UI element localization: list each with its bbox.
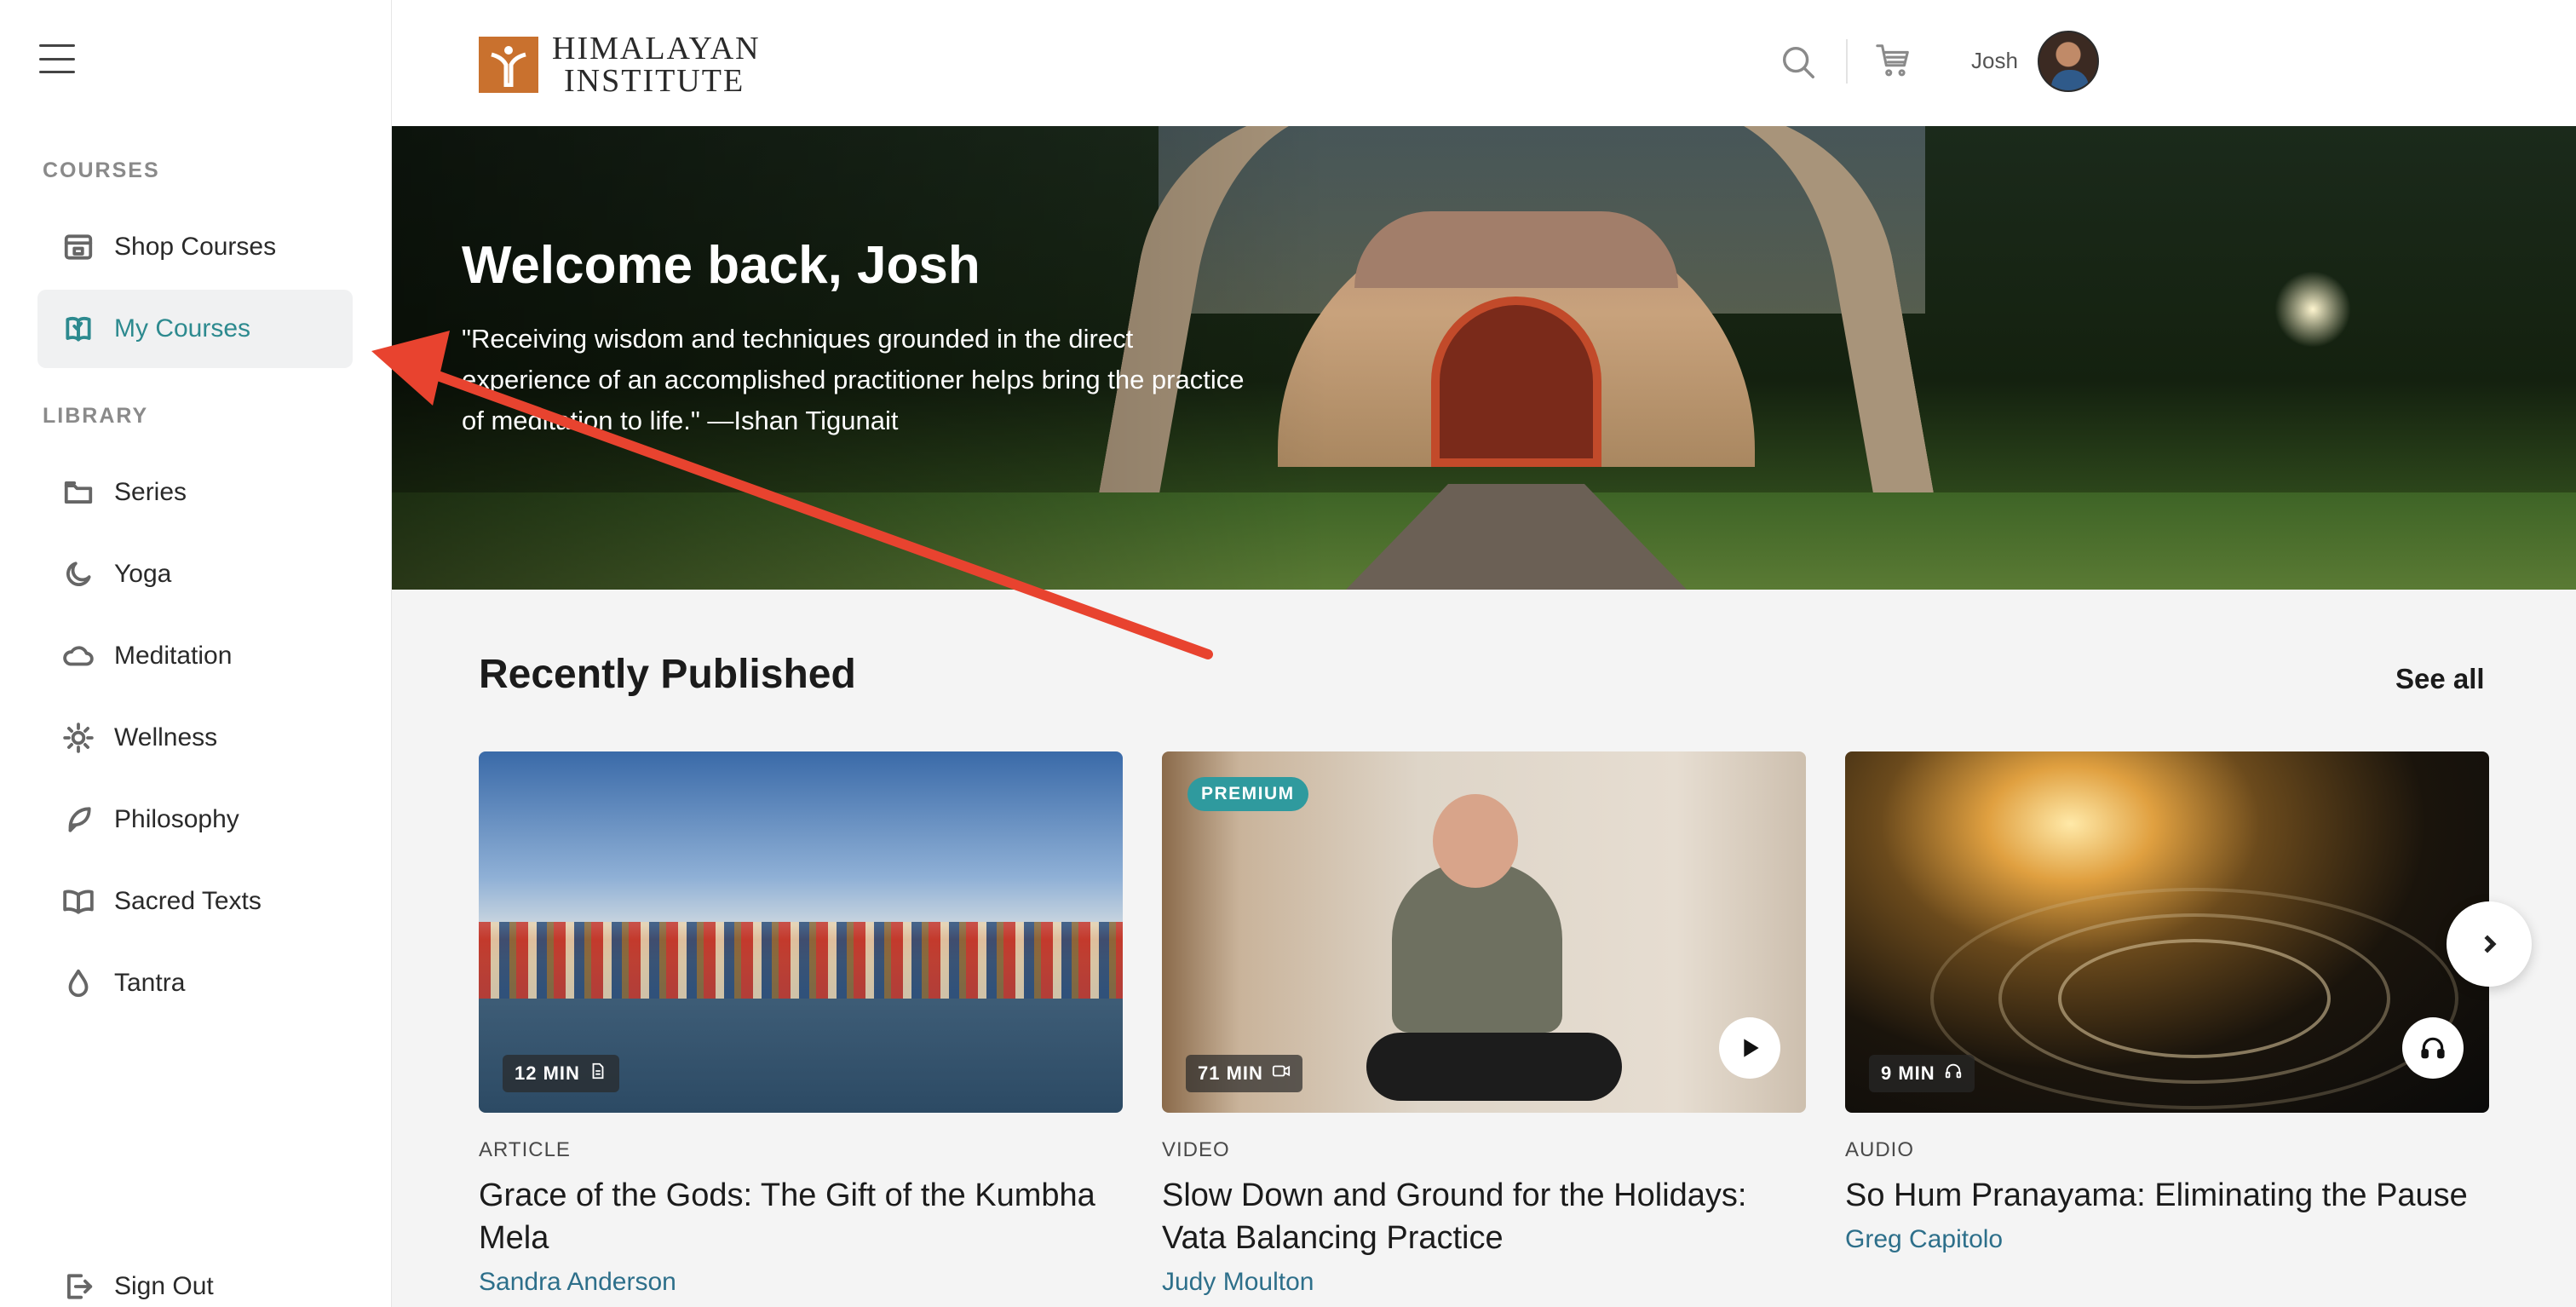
card-type: VIDEO bbox=[1162, 1138, 1230, 1161]
sidebar-item-tantra[interactable]: Tantra bbox=[37, 944, 353, 1022]
document-icon bbox=[589, 1062, 607, 1085]
sign-out-label: Sign Out bbox=[114, 1272, 214, 1300]
card-type: ARTICLE bbox=[479, 1138, 571, 1161]
sidebar-item-philosophy[interactable]: Philosophy bbox=[37, 780, 353, 859]
thumbnail-boats bbox=[479, 922, 1123, 999]
sun-icon bbox=[61, 721, 95, 755]
see-all-link[interactable]: See all bbox=[2395, 663, 2485, 695]
cloud-icon bbox=[61, 639, 95, 673]
duration-badge: 9 MIN bbox=[1869, 1055, 1975, 1092]
sidebar-item-label: Series bbox=[114, 478, 187, 506]
card-author[interactable]: Greg Capitolo bbox=[1845, 1225, 2489, 1254]
shop-icon bbox=[61, 230, 95, 264]
hero-temple-roof bbox=[1354, 211, 1678, 288]
feather-icon bbox=[61, 803, 95, 837]
content-card-article[interactable]: 12 MIN ARTICLE Grace of the Gods: The Gi… bbox=[479, 751, 1123, 1297]
sidebar-item-meditation[interactable]: Meditation bbox=[37, 617, 353, 695]
card-author[interactable]: Sandra Anderson bbox=[479, 1268, 1123, 1297]
duration-badge: 12 MIN bbox=[503, 1055, 619, 1092]
sidebar-item-my-courses[interactable]: My Courses bbox=[37, 290, 353, 368]
sidebar-item-label: Tantra bbox=[114, 969, 186, 997]
thumbnail-person-head bbox=[1433, 794, 1518, 888]
headphones-icon bbox=[1944, 1062, 1963, 1085]
duration-badge: 71 MIN bbox=[1186, 1055, 1302, 1092]
sidebar-item-label: Sacred Texts bbox=[114, 887, 262, 915]
brand-logo[interactable]: HIMALAYAN INSTITUTE bbox=[479, 32, 761, 97]
brand-line-1: HIMALAYAN bbox=[552, 31, 761, 66]
card-title[interactable]: Grace of the Gods: The Gift of the Kumbh… bbox=[479, 1174, 1123, 1259]
book-mark-icon bbox=[61, 312, 95, 346]
brand-wordmark: HIMALAYAN INSTITUTE bbox=[552, 32, 761, 97]
card-title[interactable]: Slow Down and Ground for the Holidays: V… bbox=[1162, 1174, 1806, 1259]
sidebar-item-yoga[interactable]: Yoga bbox=[37, 535, 353, 613]
listen-button[interactable] bbox=[2402, 1017, 2464, 1079]
sidebar-item-shop-courses[interactable]: Shop Courses bbox=[37, 208, 353, 286]
sidebar-item-label: Shop Courses bbox=[114, 233, 277, 261]
hero-quote: "Receiving wisdom and techniques grounde… bbox=[462, 324, 1245, 435]
thumbnail-person-legs bbox=[1366, 1033, 1622, 1101]
headphones-icon bbox=[2421, 1037, 2445, 1059]
play-icon bbox=[1744, 1039, 1759, 1057]
hero-temple-door bbox=[1431, 297, 1601, 467]
card-thumbnail[interactable]: PREMIUM 71 MIN bbox=[1162, 751, 1806, 1113]
sidebar-item-label: My Courses bbox=[114, 314, 251, 343]
carousel-next-button[interactable] bbox=[2447, 901, 2532, 987]
sidebar-item-series[interactable]: Series bbox=[37, 453, 353, 532]
user-name[interactable]: Josh bbox=[1971, 48, 2018, 74]
content-card-video[interactable]: PREMIUM 71 MIN VIDEO Slow Down and Groun… bbox=[1162, 751, 1806, 1297]
folder-icon bbox=[61, 475, 95, 510]
section-title-recently-published: Recently Published bbox=[479, 652, 856, 697]
hero-lamp bbox=[2274, 271, 2351, 348]
cart-icon[interactable] bbox=[1874, 41, 1913, 80]
content-card-audio[interactable]: 9 MIN AUDIO So Hum Pranayama: Eliminatin… bbox=[1845, 751, 2489, 1254]
sidebar: COURSES Shop Courses My Courses LIBRARY … bbox=[0, 0, 392, 1307]
card-thumbnail[interactable]: 9 MIN bbox=[1845, 751, 2489, 1113]
duration-text: 9 MIN bbox=[1881, 1062, 1935, 1084]
sidebar-item-sacred-texts[interactable]: Sacred Texts bbox=[37, 862, 353, 941]
sign-out-icon bbox=[61, 1270, 95, 1304]
chevron-right-icon bbox=[2484, 935, 2497, 953]
card-type: AUDIO bbox=[1845, 1138, 1915, 1161]
search-icon[interactable] bbox=[1779, 43, 1818, 82]
sidebar-item-label: Yoga bbox=[114, 560, 172, 588]
moon-icon bbox=[61, 557, 95, 591]
avatar[interactable] bbox=[2038, 31, 2099, 92]
duration-text: 71 MIN bbox=[1198, 1062, 1263, 1084]
section-label-courses: COURSES bbox=[43, 158, 160, 182]
sidebar-item-label: Meditation bbox=[114, 642, 233, 670]
hero-title: Welcome back, Josh bbox=[462, 236, 980, 295]
hero-banner: Welcome back, Josh "Receiving wisdom and… bbox=[392, 126, 2576, 590]
premium-badge: PREMIUM bbox=[1187, 777, 1308, 811]
thumbnail-person-body bbox=[1392, 862, 1562, 1033]
video-icon bbox=[1272, 1062, 1291, 1085]
duration-text: 12 MIN bbox=[515, 1062, 580, 1084]
thumbnail-ripple bbox=[2058, 939, 2331, 1058]
open-book-icon bbox=[61, 884, 95, 918]
logo-mark-icon bbox=[479, 37, 538, 93]
card-thumbnail[interactable]: 12 MIN bbox=[479, 751, 1123, 1113]
sidebar-item-label: Wellness bbox=[114, 723, 218, 751]
menu-icon[interactable] bbox=[39, 44, 75, 73]
card-title[interactable]: So Hum Pranayama: Eliminating the Pause bbox=[1845, 1174, 2489, 1217]
sign-out-button[interactable]: Sign Out bbox=[37, 1247, 353, 1307]
top-header: HIMALAYAN INSTITUTE bbox=[392, 0, 2576, 126]
drop-icon bbox=[61, 966, 95, 1000]
sidebar-item-wellness[interactable]: Wellness bbox=[37, 699, 353, 777]
section-label-library: LIBRARY bbox=[43, 404, 149, 428]
card-author[interactable]: Judy Moulton bbox=[1162, 1268, 1806, 1297]
play-button[interactable] bbox=[1719, 1017, 1780, 1079]
brand-line-2: INSTITUTE bbox=[564, 63, 745, 99]
sidebar-item-label: Philosophy bbox=[114, 805, 239, 833]
header-divider bbox=[1846, 39, 1848, 83]
